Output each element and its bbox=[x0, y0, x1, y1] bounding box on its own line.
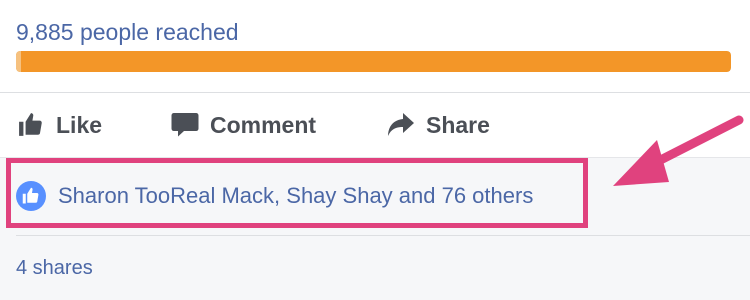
reach-progress-cap bbox=[16, 51, 21, 72]
post-footer: 9,885 people reached Like Comment Share … bbox=[0, 0, 750, 300]
people-reached-link[interactable]: 9,885 people reached bbox=[16, 16, 239, 48]
comment-bubble-icon bbox=[170, 110, 200, 140]
thumbs-up-icon bbox=[16, 110, 46, 140]
like-reaction-icon bbox=[16, 181, 46, 211]
share-button[interactable]: Share bbox=[386, 107, 490, 143]
share-arrow-icon bbox=[386, 110, 416, 140]
annotation-arrow-icon bbox=[613, 115, 744, 186]
reach-progress-fill bbox=[16, 51, 731, 72]
like-button[interactable]: Like bbox=[16, 107, 102, 143]
comment-label: Comment bbox=[210, 111, 317, 138]
reactions-summary[interactable]: Sharon TooReal Mack, Shay Shay and 76 ot… bbox=[16, 179, 533, 213]
shares-count-link[interactable]: 4 shares bbox=[16, 257, 93, 280]
like-label: Like bbox=[56, 111, 103, 138]
divider bbox=[16, 235, 750, 236]
share-label: Share bbox=[426, 111, 490, 138]
reactors-names-link[interactable]: Sharon TooReal Mack, Shay Shay and 76 ot… bbox=[58, 183, 533, 209]
reach-progress-bar bbox=[16, 51, 731, 72]
comment-button[interactable]: Comment bbox=[170, 107, 316, 143]
